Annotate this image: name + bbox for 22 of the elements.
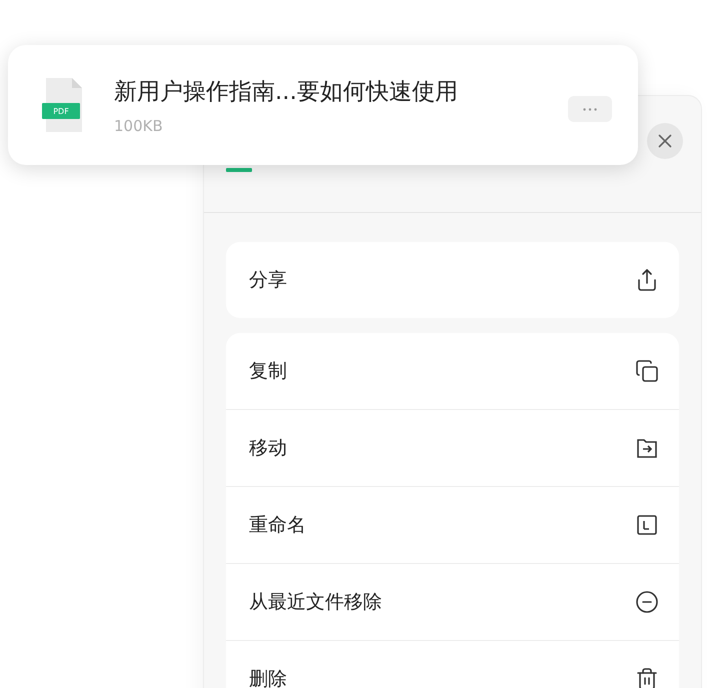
action-label: 删除: [249, 667, 287, 688]
action-label: 分享: [249, 268, 287, 293]
action-item[interactable]: 从最近文件移除: [226, 563, 679, 640]
action-label: 从最近文件移除: [249, 590, 382, 615]
action-label: 移动: [249, 436, 287, 461]
action-item[interactable]: 分享: [226, 242, 679, 318]
action-item[interactable]: 重命名: [226, 486, 679, 563]
action-item[interactable]: 移动: [226, 409, 679, 486]
action-item[interactable]: 复制: [226, 333, 679, 409]
action-label: 重命名: [249, 513, 306, 538]
close-button[interactable]: [647, 123, 683, 159]
file-title: 新用户操作指南...要如何快速使用: [114, 78, 459, 106]
minus-circle-icon: [635, 590, 659, 614]
rename-icon: [635, 513, 659, 537]
more-icon: [583, 108, 597, 110]
action-label: 复制: [249, 359, 287, 384]
share-icon: [635, 268, 659, 292]
action-item[interactable]: 删除: [226, 640, 679, 688]
trash-icon: [635, 667, 659, 688]
file-size: 100KB: [114, 116, 164, 134]
copy-icon: [635, 359, 659, 383]
move-icon: [635, 436, 659, 460]
